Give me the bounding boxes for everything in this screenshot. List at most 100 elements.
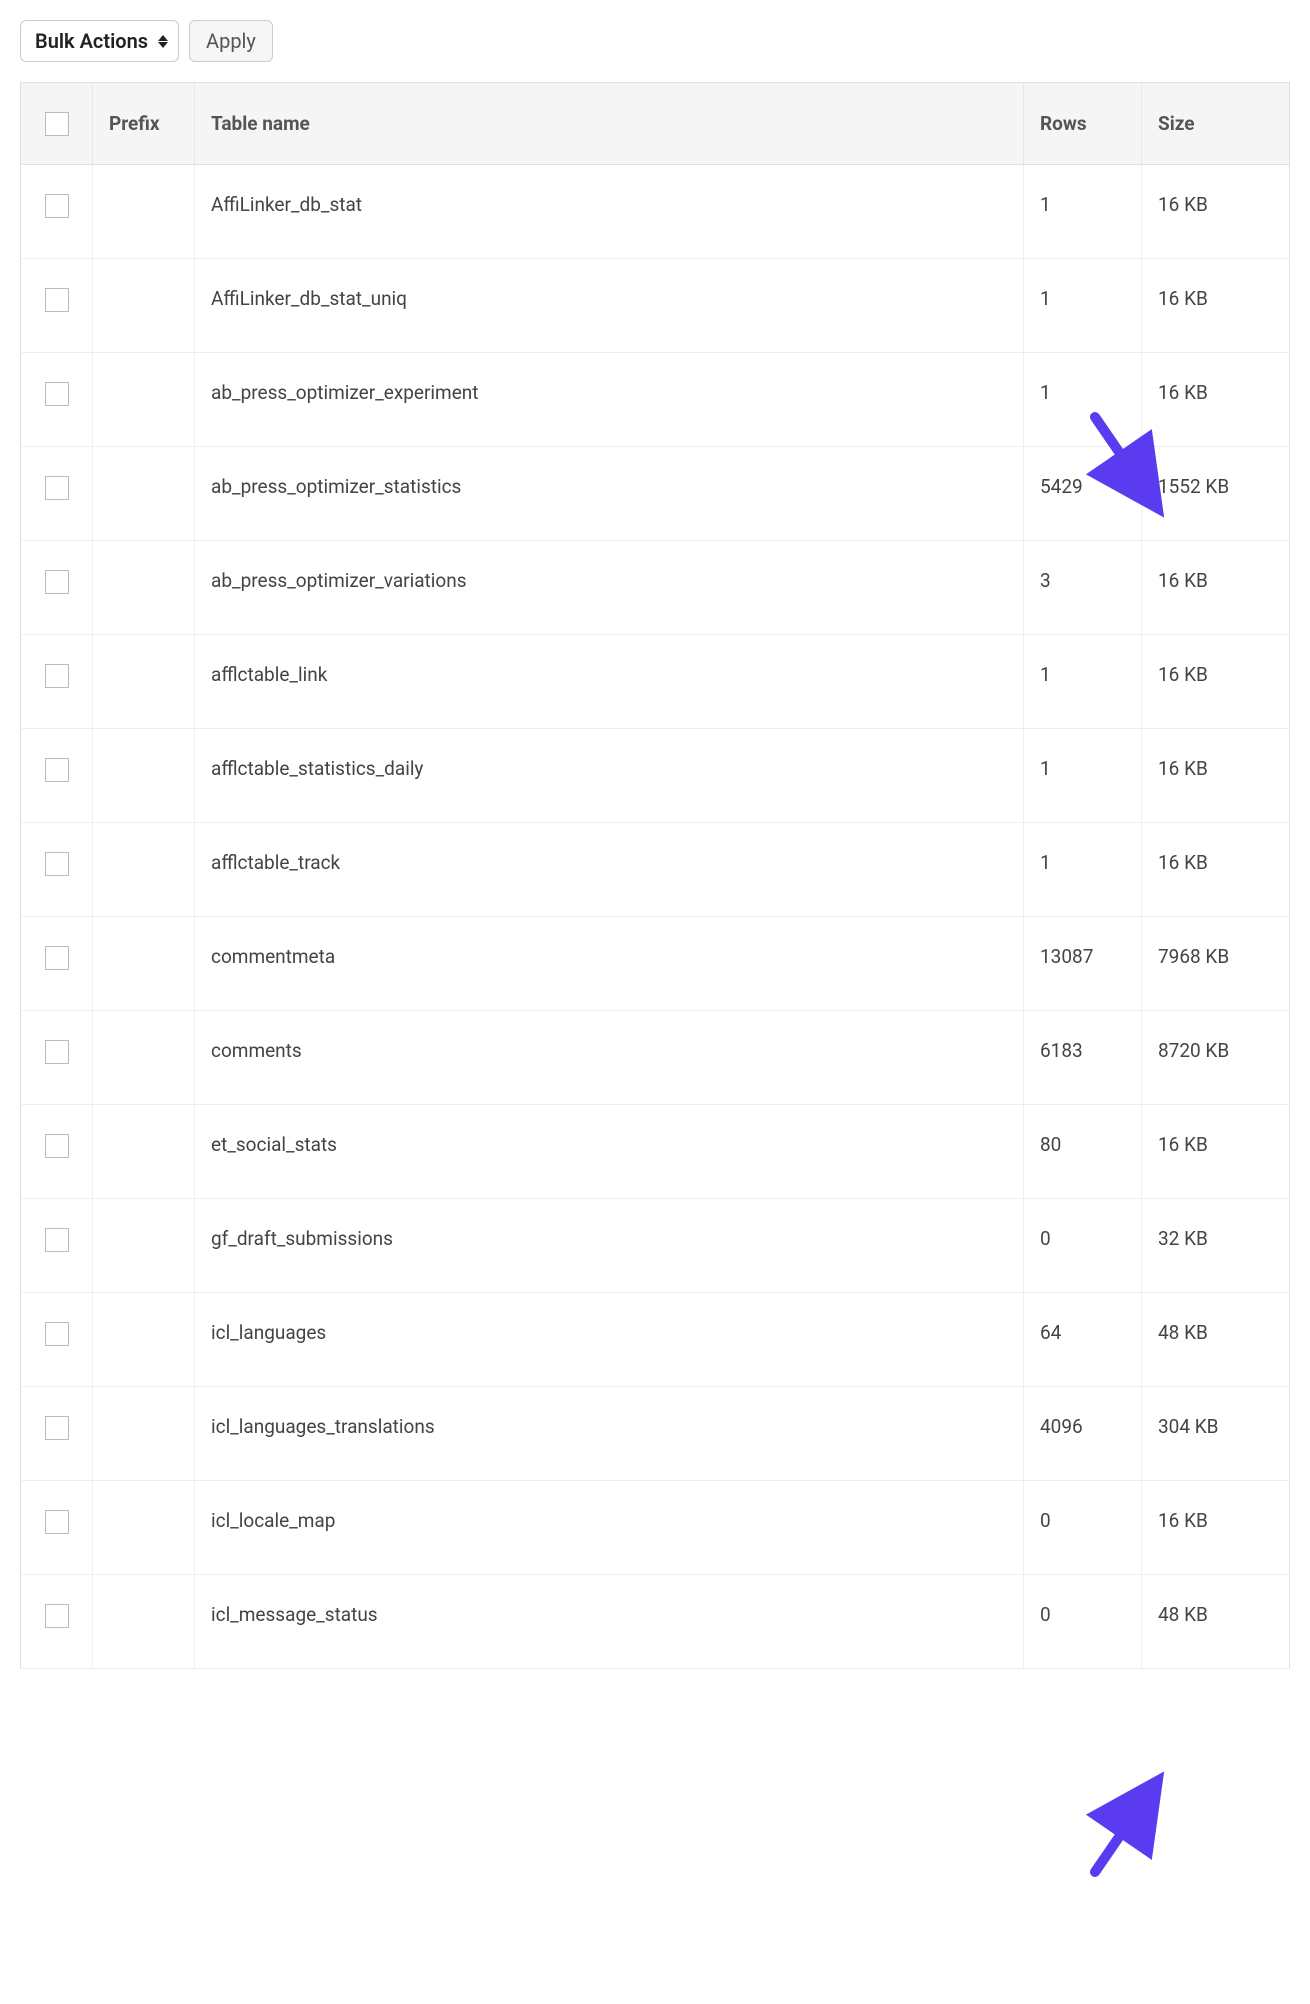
row-checkbox[interactable]: [45, 288, 69, 312]
sort-icon: [158, 35, 168, 48]
row-table-name: icl_locale_map: [195, 1480, 1024, 1574]
row-checkbox-cell: [21, 1574, 93, 1668]
row-size: 16 KB: [1142, 164, 1290, 258]
row-rows-count: 4096: [1024, 1386, 1142, 1480]
row-size: 16 KB: [1142, 634, 1290, 728]
row-rows-count: 1: [1024, 728, 1142, 822]
header-rows[interactable]: Rows: [1024, 83, 1142, 165]
row-checkbox-cell: [21, 1480, 93, 1574]
header-table-name[interactable]: Table name: [195, 83, 1024, 165]
row-prefix: [93, 164, 195, 258]
row-checkbox-cell: [21, 164, 93, 258]
row-prefix: [93, 916, 195, 1010]
row-rows-count: 6183: [1024, 1010, 1142, 1104]
header-prefix[interactable]: Prefix: [93, 83, 195, 165]
row-checkbox[interactable]: [45, 1228, 69, 1252]
row-checkbox-cell: [21, 352, 93, 446]
row-checkbox[interactable]: [45, 1510, 69, 1534]
row-rows-count: 0: [1024, 1574, 1142, 1668]
row-rows-count: 3: [1024, 540, 1142, 634]
table-row: et_social_stats8016 KB: [21, 1104, 1290, 1198]
table-row: gf_draft_submissions032 KB: [21, 1198, 1290, 1292]
select-all-checkbox[interactable]: [45, 112, 69, 136]
row-rows-count: 1: [1024, 352, 1142, 446]
row-rows-count: 64: [1024, 1292, 1142, 1386]
row-checkbox-cell: [21, 1104, 93, 1198]
row-table-name: ab_press_optimizer_variations: [195, 540, 1024, 634]
row-checkbox[interactable]: [45, 1134, 69, 1158]
header-size[interactable]: Size: [1142, 83, 1290, 165]
row-checkbox-cell: [21, 258, 93, 352]
row-checkbox[interactable]: [45, 946, 69, 970]
row-checkbox-cell: [21, 822, 93, 916]
row-rows-count: 1: [1024, 164, 1142, 258]
row-prefix: [93, 446, 195, 540]
row-size: 16 KB: [1142, 352, 1290, 446]
row-checkbox[interactable]: [45, 1322, 69, 1346]
row-prefix: [93, 1198, 195, 1292]
row-checkbox[interactable]: [45, 476, 69, 500]
row-size: 8720 KB: [1142, 1010, 1290, 1104]
row-checkbox[interactable]: [45, 852, 69, 876]
table-row: comments61838720 KB: [21, 1010, 1290, 1104]
toolbar: Bulk Actions Apply: [20, 20, 1290, 62]
bulk-actions-label: Bulk Actions: [35, 29, 148, 53]
row-checkbox[interactable]: [45, 1604, 69, 1628]
row-checkbox-cell: [21, 446, 93, 540]
row-rows-count: 13087: [1024, 916, 1142, 1010]
table-header-row: Prefix Table name Rows Size: [21, 83, 1290, 165]
row-checkbox-cell: [21, 540, 93, 634]
table-row: afflctable_statistics_daily116 KB: [21, 728, 1290, 822]
row-rows-count: 0: [1024, 1198, 1142, 1292]
row-checkbox-cell: [21, 916, 93, 1010]
table-row: ab_press_optimizer_variations316 KB: [21, 540, 1290, 634]
row-table-name: afflctable_statistics_daily: [195, 728, 1024, 822]
row-prefix: [93, 258, 195, 352]
row-table-name: icl_languages_translations: [195, 1386, 1024, 1480]
row-size: 32 KB: [1142, 1198, 1290, 1292]
row-table-name: comments: [195, 1010, 1024, 1104]
row-checkbox-cell: [21, 634, 93, 728]
row-rows-count: 5429: [1024, 446, 1142, 540]
row-rows-count: 1: [1024, 634, 1142, 728]
row-checkbox[interactable]: [45, 570, 69, 594]
table-row: afflctable_track116 KB: [21, 822, 1290, 916]
row-table-name: AffiLinker_db_stat_uniq: [195, 258, 1024, 352]
row-checkbox[interactable]: [45, 758, 69, 782]
table-row: commentmeta130877968 KB: [21, 916, 1290, 1010]
row-prefix: [93, 1480, 195, 1574]
row-size: 16 KB: [1142, 258, 1290, 352]
row-checkbox[interactable]: [45, 1040, 69, 1064]
row-checkbox[interactable]: [45, 664, 69, 688]
row-table-name: icl_message_status: [195, 1574, 1024, 1668]
row-checkbox-cell: [21, 1198, 93, 1292]
database-tables-table: Prefix Table name Rows Size AffiLinker_d…: [20, 82, 1290, 1669]
row-checkbox[interactable]: [45, 382, 69, 406]
row-table-name: AffiLinker_db_stat: [195, 164, 1024, 258]
table-row: ab_press_optimizer_experiment116 KB: [21, 352, 1290, 446]
row-size: 7968 KB: [1142, 916, 1290, 1010]
row-prefix: [93, 1574, 195, 1668]
row-prefix: [93, 634, 195, 728]
table-row: icl_message_status048 KB: [21, 1574, 1290, 1668]
row-table-name: afflctable_link: [195, 634, 1024, 728]
apply-button[interactable]: Apply: [189, 20, 273, 62]
row-table-name: et_social_stats: [195, 1104, 1024, 1198]
row-checkbox[interactable]: [45, 1416, 69, 1440]
row-prefix: [93, 540, 195, 634]
row-prefix: [93, 1292, 195, 1386]
row-checkbox[interactable]: [45, 194, 69, 218]
row-table-name: icl_languages: [195, 1292, 1024, 1386]
bulk-actions-select[interactable]: Bulk Actions: [20, 20, 179, 62]
row-prefix: [93, 1010, 195, 1104]
row-rows-count: 80: [1024, 1104, 1142, 1198]
row-size: 16 KB: [1142, 822, 1290, 916]
row-prefix: [93, 1104, 195, 1198]
row-size: 1552 KB: [1142, 446, 1290, 540]
row-rows-count: 1: [1024, 258, 1142, 352]
row-table-name: afflctable_track: [195, 822, 1024, 916]
row-size: 16 KB: [1142, 1104, 1290, 1198]
row-checkbox-cell: [21, 1386, 93, 1480]
row-prefix: [93, 822, 195, 916]
table-wrapper: Prefix Table name Rows Size AffiLinker_d…: [20, 82, 1290, 1669]
